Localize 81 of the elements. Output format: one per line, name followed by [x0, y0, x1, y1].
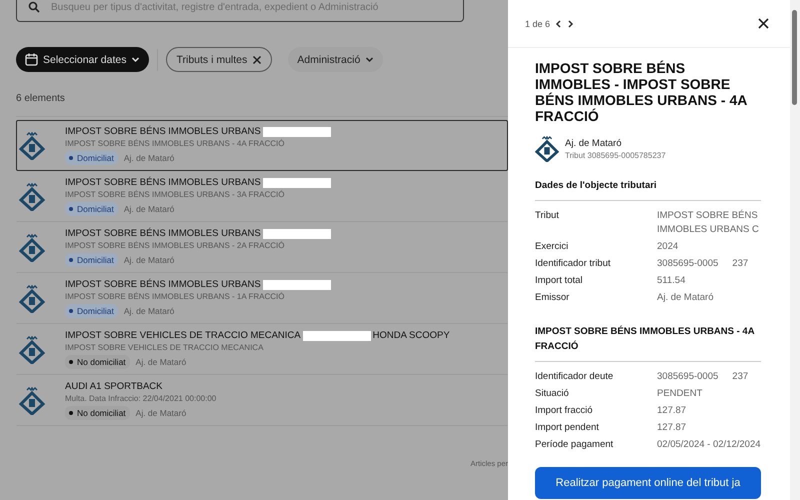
status-badge: Domiciliat	[65, 253, 118, 267]
list-item[interactable]: AUDI A1 SPORTBACK Multa. Data Infraccio: 22/04/2021 00:00:00 No domiciliat Aj. de Mataró	[16, 375, 508, 426]
list-item[interactable]: IMPOST SOBRE BÉNS IMMOBLES URBANS IMPOST SOBRE BÉNS IMMOBLES URBANS - 1A FRACCIÓ Domiciliat Aj. de Mataró	[16, 273, 508, 324]
pager-label: 1 de 6	[525, 18, 550, 28]
filter-chip[interactable]: Tributs i multes	[166, 47, 272, 72]
issuer-label: Aj. de Mataró	[136, 408, 186, 418]
field-label: Identificador tribut	[535, 257, 612, 271]
crest-icon	[19, 182, 45, 210]
item-title: AUDI A1 SPORTBACK	[65, 381, 162, 392]
chevron-down-icon	[131, 55, 140, 64]
item-subtitle: IMPOST SOBRE BÉNS IMMOBLES URBANS - 3A FRACCIÓ	[65, 190, 286, 199]
field-value: 3085695-0005	[657, 257, 718, 271]
field-value: 02/05/2024 - 02/12/2024	[657, 438, 761, 452]
field-value: 237	[732, 257, 748, 271]
previous-icon[interactable]	[555, 20, 562, 28]
status-badge: Domiciliat	[65, 202, 118, 216]
field-label: Període pagament	[535, 438, 614, 452]
item-subtitle: IMPOST SOBRE BÉNS IMMOBLES URBANS - 1A FRACCIÓ	[65, 292, 286, 301]
field-label: Emissor	[535, 291, 570, 305]
field-value: IMPOST SOBRE BÉNS IMMOBLES URBANS C	[657, 209, 760, 237]
item-title: IMPOST SOBRE BÉNS IMMOBLES URBANS	[65, 279, 261, 290]
field-value: PENDENT	[657, 387, 702, 401]
date-filter-button[interactable]: Seleccionar dates	[16, 47, 150, 72]
issuer-label: Aj. de Mataró	[124, 255, 174, 265]
crest-icon	[19, 132, 45, 160]
crest-icon	[19, 336, 45, 364]
crest-icon	[535, 136, 559, 162]
list-item[interactable]: IMPOST SOBRE BÉNS IMMOBLES URBANS IMPOST SOBRE BÉNS IMMOBLES URBANS - 3A FRACCIÓ Domiciliat Aj. de Mataró	[16, 171, 508, 222]
item-title: IMPOST SOBRE BÉNS IMMOBLES URBANS	[65, 126, 261, 137]
issuer-label: Aj. de Mataró	[124, 204, 174, 214]
section-heading: Dades de l'objecte tributari	[535, 178, 761, 201]
field-label: Import fracció	[535, 404, 594, 418]
item-title: IMPOST SOBRE VEHICLES DE TRACCIO MECANICA	[65, 330, 301, 341]
crest-icon	[19, 284, 45, 312]
issuer-name: Aj. de Mataró	[565, 138, 622, 149]
field-label: Identificador deute	[535, 370, 614, 384]
item-subtitle: IMPOST SOBRE BÉNS IMMOBLES URBANS - 4A FRACCIÓ	[65, 139, 286, 148]
next-icon[interactable]	[567, 20, 574, 28]
scrollbar[interactable]	[790, 0, 800, 500]
field-label: Tribut	[535, 209, 560, 223]
detail-title: IMPOST SOBRE BÉNS IMMOBLES - IMPOST SOBRE BÉNS IMMOBLES URBANS - 4A FRACCIÓ	[535, 60, 748, 124]
administration-dropdown[interactable]: Administració	[288, 47, 384, 72]
field-label: Import total	[535, 274, 584, 288]
list-item[interactable]: IMPOST SOBRE VEHICLES DE TRACCIO MECANICA HONDA SCOOPY IMPOST SOBRE VEHICLES DE TRACCIO MECANICA No domiciliat Aj. de Mataró	[16, 324, 508, 375]
status-badge: No domiciliat	[65, 355, 130, 369]
status-badge: No domiciliat	[65, 406, 130, 420]
item-title: IMPOST SOBRE BÉNS IMMOBLES URBANS	[65, 177, 261, 188]
status-badge: Domiciliat	[65, 151, 118, 165]
search-field[interactable]: Busqueu per tipus d'activitat, registre d'entrada, expedient o Administració	[16, 0, 464, 22]
field-value: Aj. de Mataró	[657, 291, 714, 305]
crest-icon	[19, 386, 45, 414]
item-subtitle: IMPOST SOBRE BÉNS IMMOBLES URBANS - 2A FRACCIÓ	[65, 241, 286, 250]
field-value: 127.87	[657, 421, 686, 435]
calendar-icon	[25, 53, 38, 66]
close-icon	[252, 54, 262, 64]
list-item[interactable]: IMPOST SOBRE BÉNS IMMOBLES URBANS IMPOST SOBRE BÉNS IMMOBLES URBANS - 4A FRACCIÓ Domiciliat Aj. de Mataró	[16, 120, 508, 171]
item-subtitle: IMPOST SOBRE VEHICLES DE TRACCIO MECANICA	[65, 343, 264, 352]
field-label: Import pendent	[535, 421, 600, 435]
tribute-id: Tribut 3085695-0005785237	[565, 151, 666, 160]
field-label: Situació	[535, 387, 570, 401]
issuer-label: Aj. de Mataró	[136, 357, 186, 367]
results-count: 6 elements	[16, 93, 508, 117]
status-badge: Domiciliat	[65, 304, 118, 318]
field-value: 237	[732, 370, 748, 384]
close-icon[interactable]	[758, 18, 769, 29]
field-value: 2024	[657, 240, 678, 254]
field-value: 127.87	[657, 404, 686, 418]
section-heading: IMPOST SOBRE BÉNS IMMOBLES URBANS - 4A FRACCIÓ	[535, 324, 761, 362]
item-subtitle: Multa. Data Infraccio: 22/04/2021 00:00:00	[65, 394, 216, 403]
field-label: Exercici	[535, 240, 570, 254]
issuer-label: Aj. de Mataró	[124, 153, 174, 163]
search-icon	[28, 1, 40, 13]
crest-icon	[19, 234, 45, 262]
issuer-label: Aj. de Mataró	[124, 306, 174, 316]
field-value: 3085695-0005	[657, 370, 718, 384]
chevron-down-icon	[365, 55, 374, 64]
pay-online-button[interactable]: Realitzar pagament online del tribut ja	[535, 467, 761, 499]
field-value: 511.54	[657, 274, 686, 288]
item-title: IMPOST SOBRE BÉNS IMMOBLES URBANS	[65, 228, 261, 239]
item-title: HONDA SCOOPY	[372, 330, 450, 341]
list-item[interactable]: IMPOST SOBRE BÉNS IMMOBLES URBANS IMPOST SOBRE BÉNS IMMOBLES URBANS - 2A FRACCIÓ Domiciliat Aj. de Mataró	[16, 222, 508, 273]
